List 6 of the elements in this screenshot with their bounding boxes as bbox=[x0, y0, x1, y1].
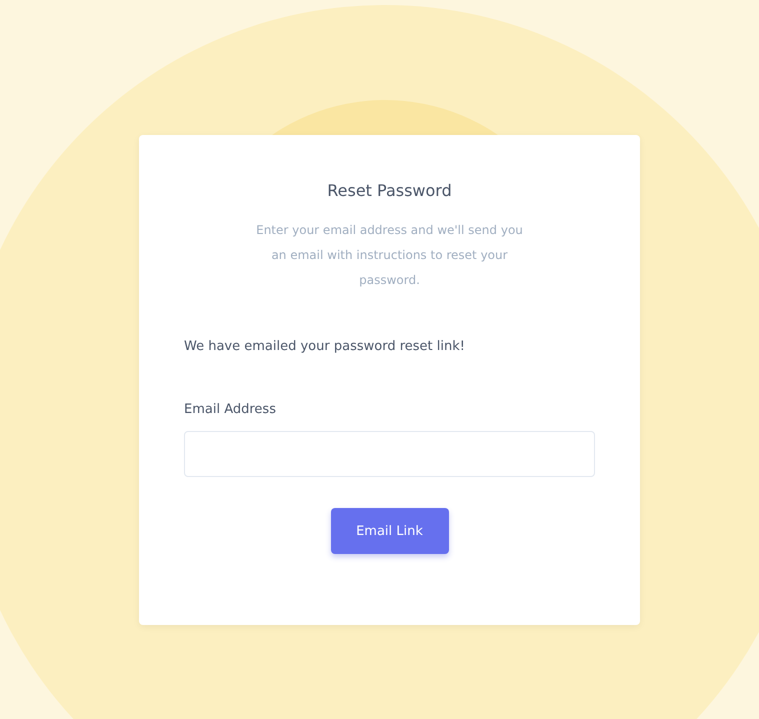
card-subtitle: Enter your email address and we'll send you an email with instructions to reset your password. bbox=[255, 222, 524, 289]
email-field[interactable] bbox=[184, 431, 595, 477]
email-link-button[interactable]: Email Link bbox=[330, 508, 448, 554]
status-message: We have emailed your password reset link! bbox=[184, 339, 465, 354]
email-label: Email Address bbox=[184, 402, 276, 417]
card-title: Reset Password bbox=[327, 181, 452, 200]
